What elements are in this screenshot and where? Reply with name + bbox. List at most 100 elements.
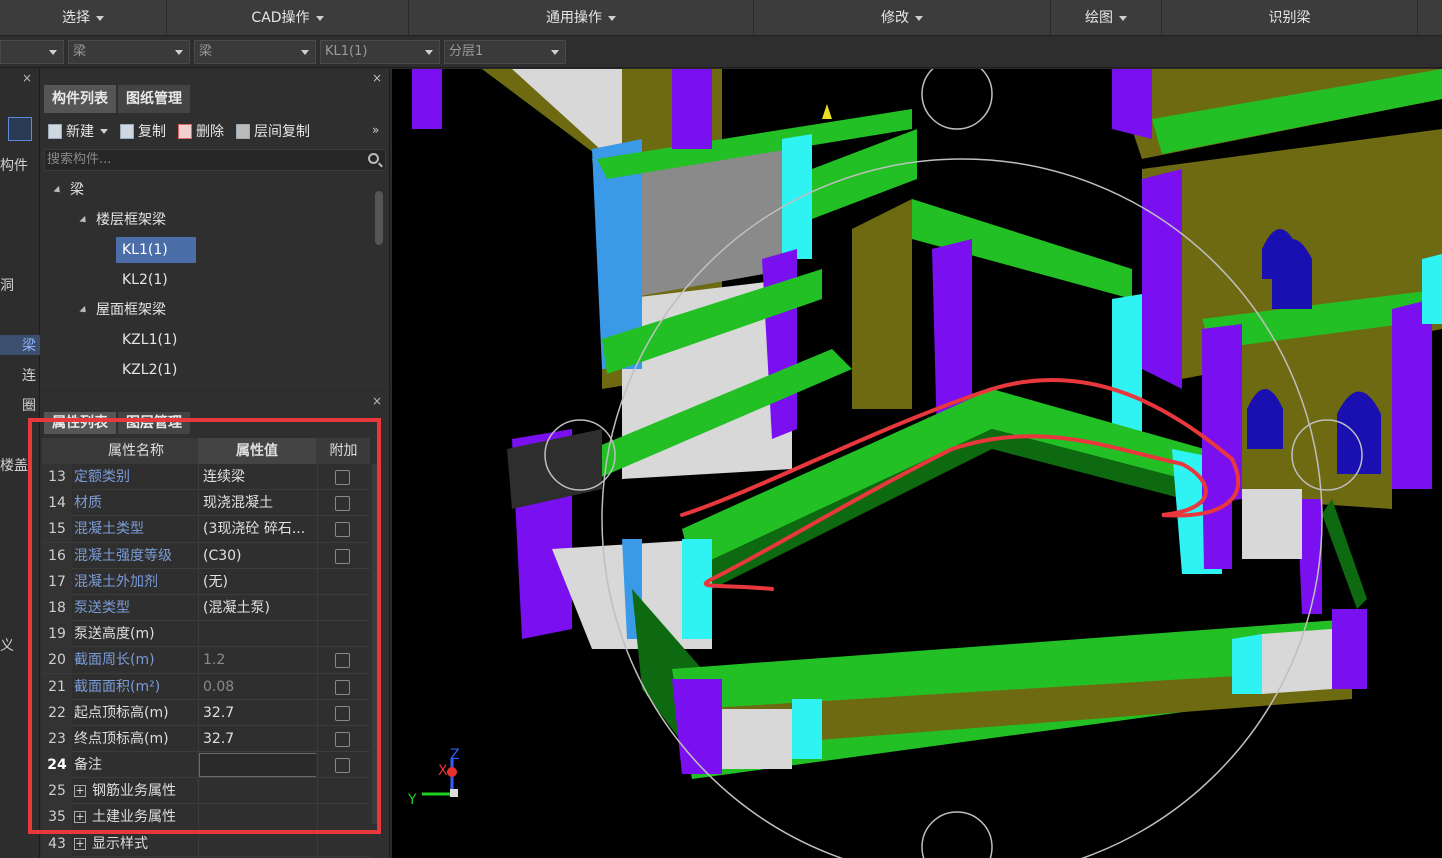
axis-x-dot [447,767,457,777]
subtype-select[interactable]: 梁 [194,40,316,64]
tree-expand-icon[interactable] [79,305,89,315]
property-row[interactable]: 24 备注 [42,752,370,779]
axis-origin [450,789,458,797]
property-row[interactable]: 43 + 显示样式 [42,830,370,857]
copy-button[interactable]: 复制 [120,121,166,141]
tree-item-kzl2[interactable]: KZL2(1) [122,357,177,383]
property-value[interactable]: (无) [198,568,316,595]
menu-modify[interactable]: 修改 [754,0,1051,36]
nav-floor-cover[interactable]: 楼盖 [0,455,28,475]
property-value[interactable] [198,804,316,831]
tree-item-kl2[interactable]: KL2(1) [122,267,168,293]
floor-copy-button[interactable]: 层间复制 [236,121,310,141]
component-actions: 新建 复制 删除 层间复制 [48,119,322,143]
extra-checkbox[interactable] [335,496,350,512]
property-row[interactable]: 16 混凝土强度等级 (C30) [42,542,370,569]
property-value[interactable]: 连续梁 [198,464,316,490]
close-icon[interactable]: × [22,71,32,85]
new-button[interactable]: 新建 [48,121,108,141]
property-row[interactable]: 23 终点顶标高(m) 32.7 [42,725,370,753]
property-row[interactable]: 15 混凝土类型 (3现浇砼 碎石... [42,516,370,543]
property-row[interactable]: 25 + 钢筋业务属性 [42,778,370,805]
property-value[interactable] [198,778,316,805]
property-value[interactable]: 32.7 [198,699,316,726]
property-value[interactable]: 1.2 [198,647,316,674]
property-row[interactable]: 17 混凝土外加剂 (无) [42,568,370,595]
property-row[interactable]: 35 + 土建业务属性 [42,804,370,831]
3d-viewport[interactable]: Y Z X [392,69,1442,858]
property-name: 泵送类型 [74,595,198,621]
extra-checkbox[interactable] [335,548,350,564]
property-value[interactable]: 现浇混凝土 [198,490,316,517]
property-row[interactable]: 19 泵送高度(m) [42,621,370,648]
tab-component-list[interactable]: 构件列表 [44,85,116,113]
extra-checkbox[interactable] [335,758,350,774]
component-scrollbar[interactable] [375,191,383,245]
overflow-icon[interactable]: » [372,123,379,137]
tree-item-kl1[interactable]: KL1(1) [116,237,196,263]
tree-group-floor-frame-beam[interactable]: 楼层框架梁 [79,207,166,233]
property-row[interactable]: 22 起点顶标高(m) 32.7 [42,699,370,726]
extra-checkbox[interactable] [335,705,350,721]
property-value[interactable] [198,752,316,779]
property-value[interactable] [198,830,316,857]
orbit-handle-top[interactable] [921,69,993,130]
remark-input[interactable] [199,753,316,778]
extra-checkbox[interactable] [335,731,350,747]
3d-scene[interactable]: Y Z X [392,69,1442,858]
property-row[interactable]: 21 截面面积(m²) 0.08 [42,673,370,700]
nav-beam[interactable]: 梁 [0,335,40,355]
menu-select[interactable]: 选择 [0,0,167,36]
tab-property-list[interactable]: 属性列表 [44,412,116,434]
floor-select[interactable] [0,40,64,64]
close-icon[interactable]: × [372,394,382,408]
property-scrollbar[interactable] [372,464,378,824]
search-icon[interactable] [368,153,379,164]
expand-plus-icon[interactable]: + [74,785,86,798]
extra-checkbox[interactable] [335,679,350,695]
menu-draw[interactable]: 绘图 [1051,0,1162,36]
layout-icon[interactable] [8,117,32,141]
tree-group-roof-frame-beam[interactable]: 屋面框架梁 [79,297,166,323]
menu-general-ops[interactable]: 通用操作 [409,0,754,36]
property-row[interactable]: 13 定额类别 连续梁 [42,464,370,491]
tab-layer-manager[interactable]: 图层管理 [118,412,190,434]
property-row[interactable]: 14 材质 现浇混凝土 [42,490,370,517]
property-value[interactable]: (混凝土泵) [198,594,316,621]
component-search-input[interactable]: 搜索构件... [44,149,386,171]
delete-button[interactable]: 删除 [178,121,224,141]
property-name-text: 泵送类型 [74,599,130,616]
property-name: 材质 [74,490,198,516]
close-icon[interactable]: × [372,71,382,85]
nav-custom[interactable]: 义 [0,635,14,655]
menu-cad-ops[interactable]: CAD操作 [167,0,409,36]
extra-checkbox[interactable] [335,522,350,538]
nav-component[interactable]: 构件 [0,155,28,175]
property-name: + 显示样式 [74,831,198,857]
tab-drawing-manager[interactable]: 图纸管理 [118,85,190,113]
layer-select[interactable]: 分层1 [444,40,566,64]
nav-ring-beam[interactable]: 圈 [0,395,36,415]
extra-checkbox[interactable] [335,653,350,669]
nav-link-beam[interactable]: 连 [0,365,36,385]
menu-identify-beam[interactable]: 识别梁 [1162,0,1418,36]
tree-expand-icon[interactable] [79,215,89,225]
type-select[interactable]: 梁 [68,40,190,64]
column-purple [1142,169,1182,389]
property-value[interactable]: 0.08 [198,673,316,700]
property-value[interactable]: 32.7 [198,725,316,752]
nav-opening[interactable]: 洞 [0,275,14,295]
orbit-handle-bottom[interactable] [921,811,993,858]
tree-root-beam[interactable]: 梁 [53,177,84,203]
extra-checkbox[interactable] [335,470,350,485]
expand-plus-icon[interactable]: + [74,811,86,824]
property-row[interactable]: 18 泵送类型 (混凝土泵) [42,594,370,622]
property-value[interactable]: (3现浇砼 碎石... [198,516,316,543]
component-select[interactable]: KL1(1) [320,40,440,64]
tree-expand-icon[interactable] [53,185,63,195]
property-row[interactable]: 20 截面周长(m) 1.2 [42,647,370,674]
expand-plus-icon[interactable]: + [74,837,86,850]
tree-item-kzl1[interactable]: KZL1(1) [122,327,177,353]
property-value[interactable] [198,621,316,648]
property-value[interactable]: (C30) [198,542,316,569]
